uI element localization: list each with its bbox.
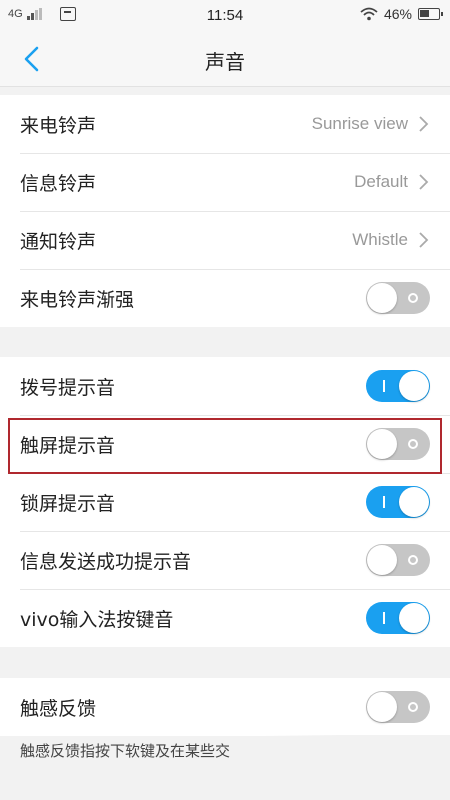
ringtone-crescendo-row: 来电铃声渐强 xyxy=(0,269,450,327)
battery-icon xyxy=(418,8,443,20)
chevron-right-icon xyxy=(419,232,429,248)
keyboard-sound-row: vivo输入法按键音 xyxy=(0,589,450,647)
notification-ringtone-row[interactable]: 通知铃声 Whistle xyxy=(0,211,450,269)
chevron-right-icon xyxy=(419,174,429,190)
row-value: Whistle xyxy=(352,230,408,249)
incoming-ringtone-row[interactable]: 来电铃声 Sunrise view xyxy=(0,95,450,153)
chevron-right-icon xyxy=(419,116,429,132)
haptic-feedback-toggle[interactable] xyxy=(366,691,430,723)
keyboard-sound-toggle[interactable] xyxy=(366,602,430,634)
dial-tone-row: 拨号提示音 xyxy=(0,357,450,415)
row-value: Default xyxy=(354,172,408,191)
battery-percent: 46% xyxy=(383,6,412,22)
haptic-description: 触感反馈指按下软键及在某些交 xyxy=(20,742,231,760)
tones-group: 拨号提示音 触屏提示音 锁屏提示音 信息发送成功提示音 vivo输入法按键音 xyxy=(0,357,450,647)
dial-tone-toggle[interactable] xyxy=(366,370,430,402)
lock-sound-toggle[interactable] xyxy=(366,486,430,518)
lock-sound-row: 锁屏提示音 xyxy=(0,473,450,531)
message-ringtone-row[interactable]: 信息铃声 Default xyxy=(0,153,450,211)
ringtone-group: 来电铃声 Sunrise view 信息铃声 Default 通知铃声 Whis… xyxy=(0,95,450,327)
row-label: 通知铃声 xyxy=(20,230,97,253)
feedback-group: 触感反馈 xyxy=(0,678,450,736)
title-bar: 声音 xyxy=(0,30,450,87)
haptic-feedback-row: 触感反馈 xyxy=(0,678,450,736)
row-label: 信息铃声 xyxy=(20,172,97,195)
row-label: 来电铃声 xyxy=(20,114,97,137)
page-title: 声音 xyxy=(205,50,245,74)
message-sent-sound-toggle[interactable] xyxy=(366,544,430,576)
touch-sound-row: 触屏提示音 xyxy=(0,415,450,473)
wifi-icon xyxy=(360,7,378,21)
ringtone-crescendo-toggle[interactable] xyxy=(366,282,430,314)
touch-sound-toggle[interactable] xyxy=(366,428,430,460)
row-value: Sunrise view xyxy=(311,114,408,133)
status-right: 46% xyxy=(360,6,443,22)
status-bar: 4G 11:54 46% xyxy=(0,0,450,30)
message-sent-sound-row: 信息发送成功提示音 xyxy=(0,531,450,589)
